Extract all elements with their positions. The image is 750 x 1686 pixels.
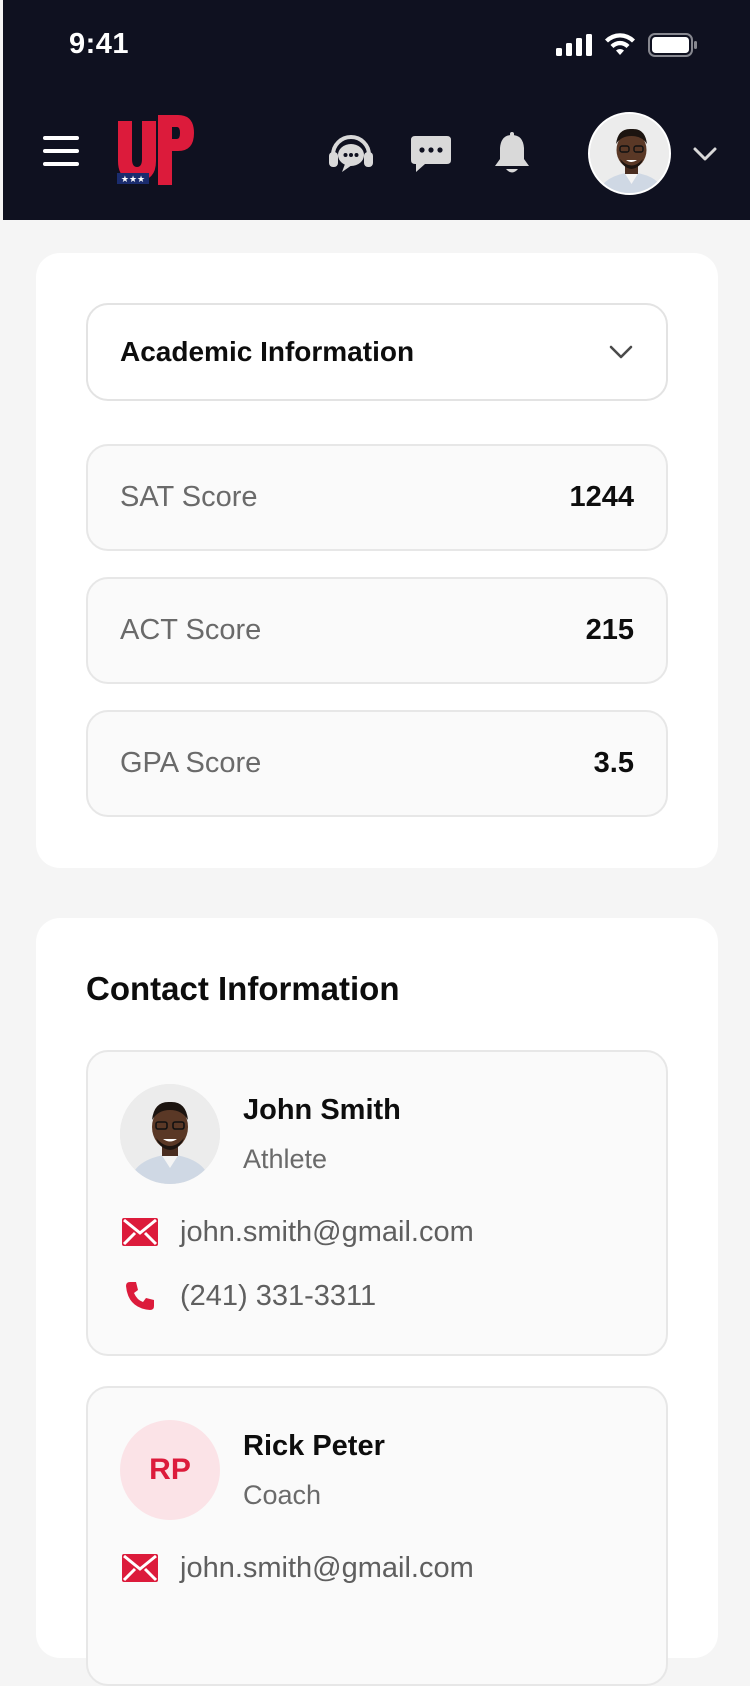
profile-avatar[interactable] xyxy=(588,112,671,195)
mail-icon xyxy=(120,1212,160,1252)
mail-icon xyxy=(120,1548,160,1588)
chat-icon[interactable] xyxy=(405,128,457,180)
contact-card-section: Contact Information John Smith Athlete j… xyxy=(36,918,718,1686)
logo-icon: ★★★ xyxy=(117,115,194,185)
dropdown-label: Academic Information xyxy=(120,336,415,367)
score-value: 215 xyxy=(585,614,634,646)
menu-icon[interactable] xyxy=(43,136,79,166)
signal-icon xyxy=(556,34,592,56)
contact-phone: (241) 331-3311 xyxy=(180,1279,377,1312)
status-time: 9:41 xyxy=(69,28,130,60)
phone-row[interactable]: (241) 331-3311 xyxy=(120,1276,376,1316)
contact-name: John Smith xyxy=(243,1094,401,1126)
email-row[interactable]: john.smith@gmail.com xyxy=(120,1212,474,1252)
brand-logo[interactable]: ★★★ xyxy=(116,115,196,191)
email-row[interactable]: john.smith@gmail.com xyxy=(120,1548,474,1588)
score-label: SAT Score xyxy=(120,481,258,513)
gpa-score-row: GPA Score 3.5 xyxy=(86,710,668,817)
contact-email: john.smith@gmail.com xyxy=(180,1551,474,1584)
section-title: Contact Information xyxy=(86,970,400,1007)
contact-email: john.smith@gmail.com xyxy=(180,1215,474,1248)
contact-role: Athlete xyxy=(243,1144,328,1174)
sat-score-row: SAT Score 1244 xyxy=(86,444,668,551)
contact-role: Coach xyxy=(243,1480,322,1510)
score-value: 1244 xyxy=(569,481,634,513)
score-value: 3.5 xyxy=(593,747,634,779)
avatar xyxy=(120,1084,220,1184)
avatar-initials: RP xyxy=(120,1420,220,1520)
app-header: 9:41 ★★★ xyxy=(3,0,750,220)
chevron-down-icon[interactable] xyxy=(691,140,719,168)
chevron-down-icon xyxy=(609,345,633,359)
academic-info-dropdown[interactable]: Academic Information xyxy=(86,303,668,401)
contact-item: RP Rick Peter Coach john.smith@gmail.com xyxy=(86,1386,668,1686)
phone-icon xyxy=(120,1276,160,1316)
contact-item: John Smith Athlete john.smith@gmail.com … xyxy=(86,1050,668,1356)
svg-text:★★★: ★★★ xyxy=(121,175,145,185)
wifi-icon xyxy=(605,33,635,55)
score-label: ACT Score xyxy=(120,614,262,646)
support-headset-icon[interactable] xyxy=(325,128,377,180)
score-label: GPA Score xyxy=(120,747,262,779)
status-icons xyxy=(556,30,698,60)
contact-name: Rick Peter xyxy=(243,1430,385,1462)
bell-icon[interactable] xyxy=(486,128,538,180)
act-score-row: ACT Score 215 xyxy=(86,577,668,684)
battery-icon xyxy=(648,33,697,57)
academic-card: Academic Information SAT Score 1244 ACT … xyxy=(36,253,718,868)
